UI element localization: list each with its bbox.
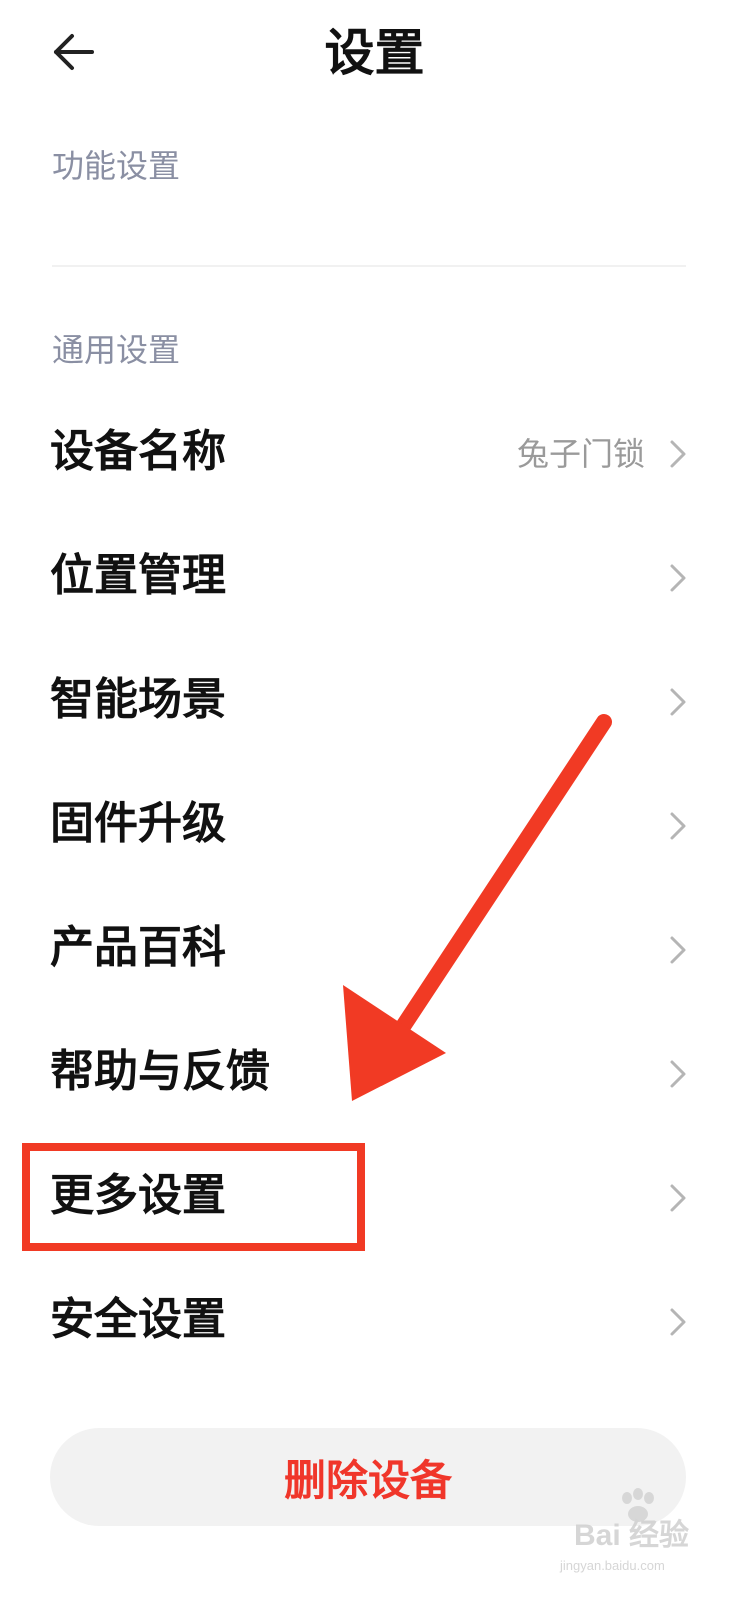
settings-item-location[interactable]: 位置管理 [0,516,749,640]
settings-item-more-settings[interactable]: 更多设置 [0,1136,749,1260]
watermark-url: jingyan.baidu.com [560,1558,665,1573]
watermark-brand: Bai 经验 [574,1519,690,1552]
settings-item-firmware[interactable]: 固件升级 [0,764,749,888]
top-bar: 设置 [0,0,749,110]
settings-item-label: 产品百科 [50,922,226,973]
chevron-right-icon [670,440,686,468]
settings-item-label: 固件升级 [50,798,226,849]
settings-item-label: 帮助与反馈 [50,1046,270,1097]
settings-item-label: 更多设置 [50,1170,226,1221]
section-divider [52,265,686,267]
section-label-general: 通用设置 [52,331,181,369]
chevron-right-icon [670,1184,686,1212]
settings-item-label: 智能场景 [50,674,226,725]
settings-item-label: 位置管理 [50,550,226,601]
chevron-right-icon [670,564,686,592]
settings-item-product-wiki[interactable]: 产品百科 [0,888,749,1012]
chevron-right-icon [670,688,686,716]
settings-item-label: 设备名称 [50,426,226,477]
chevron-right-icon [670,812,686,840]
chevron-right-icon [670,936,686,964]
baidu-jingyan-watermark: Bai 经验 jingyan.baidu.com [560,1488,740,1588]
settings-item-device-name[interactable]: 设备名称 兔子门锁 [0,392,749,516]
settings-item-help-feedback[interactable]: 帮助与反馈 [0,1012,749,1136]
device-name-value: 兔子门锁 [516,435,645,473]
chevron-right-icon [670,1308,686,1336]
page-title: 设置 [324,24,425,82]
chevron-right-icon [670,1060,686,1088]
settings-item-label: 安全设置 [50,1294,226,1345]
settings-item-smart-scene[interactable]: 智能场景 [0,640,749,764]
section-label-functional: 功能设置 [52,147,181,185]
settings-item-security[interactable]: 安全设置 [0,1260,749,1384]
